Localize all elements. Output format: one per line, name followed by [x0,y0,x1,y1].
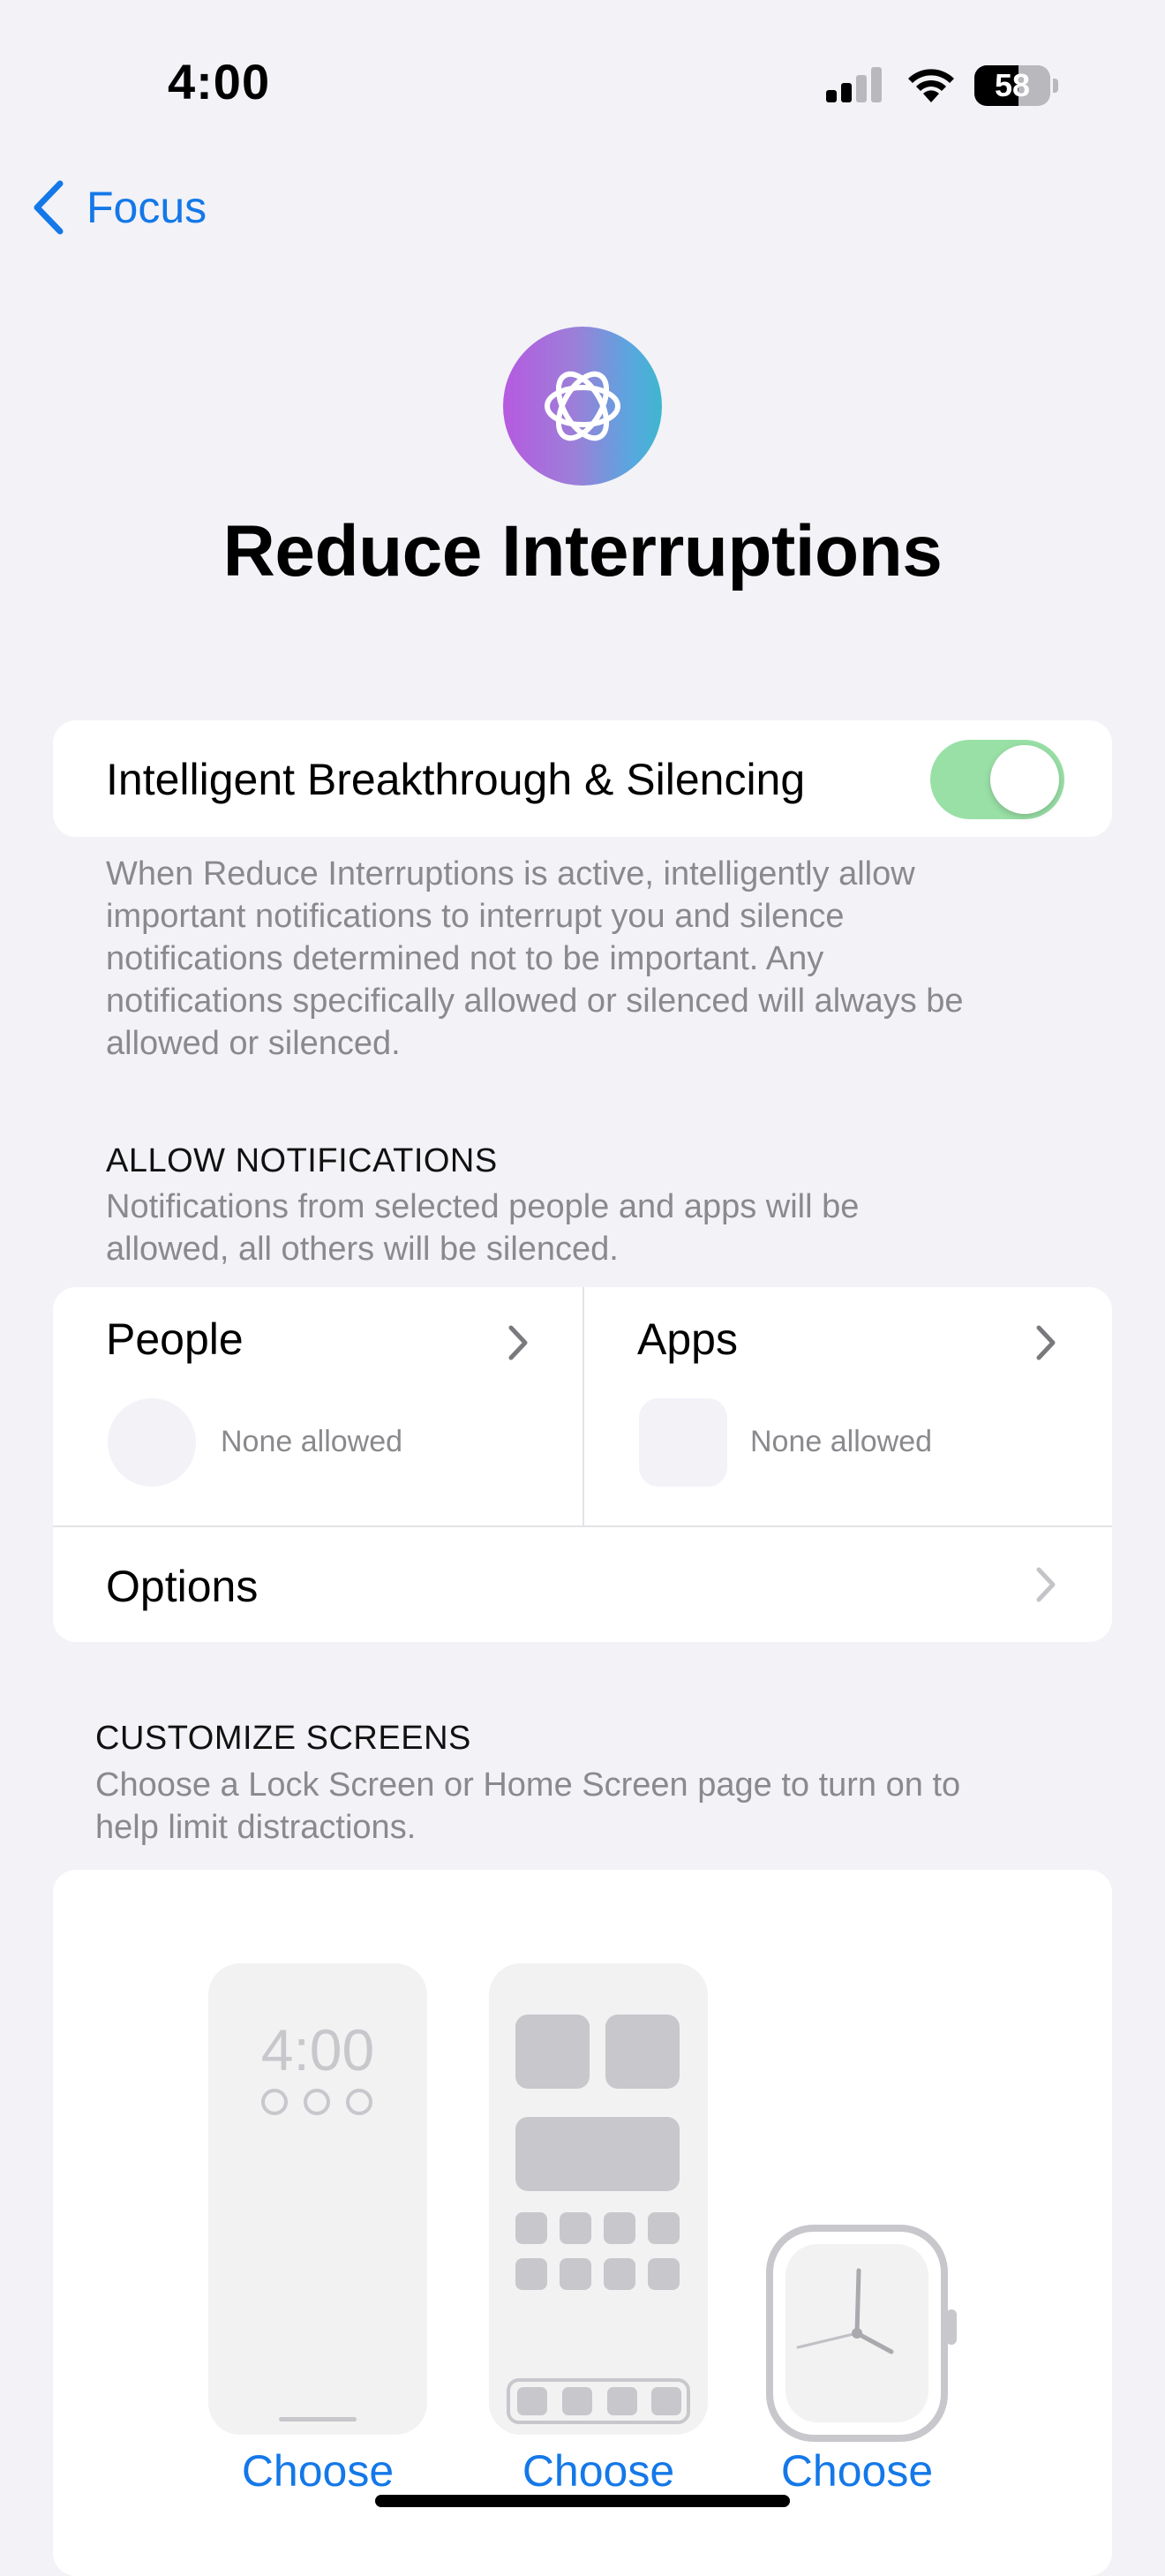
people-status: None allowed [221,1425,403,1458]
widget-placeholder [515,2117,680,2191]
lock-screen-time: 4:00 [260,2017,375,2083]
choose-home-screen-button[interactable]: Choose [489,2445,708,2497]
watch-face-preview[interactable] [764,2223,976,2444]
app-icon-placeholder [515,2212,547,2244]
home-screen-preview[interactable] [489,1963,708,2435]
widget-placeholder [605,2015,680,2089]
battery-indicator: 58 [974,65,1059,106]
battery-percent: 58 [994,67,1031,103]
apps-status: None allowed [750,1425,933,1458]
people-cell[interactable]: People None allowed [53,1287,582,1525]
app-icon-placeholder [560,2258,591,2290]
description-line: allowed, all others will be silenced. [106,1231,619,1268]
footer-line: allowed or silenced. [106,1025,401,1062]
breakthrough-card: Intelligent Breakthrough & Silencing [53,720,1112,837]
app-icon-placeholder [604,2212,635,2244]
chevron-right-icon [1036,1325,1056,1360]
people-title: People [106,1314,244,1364]
footer-line: When Reduce Interruptions is active, int… [106,855,915,893]
breakthrough-footer: When Reduce Interruptions is active, int… [106,853,1077,1065]
page-title: Reduce Interruptions [222,511,943,591]
choose-watch-face-button[interactable]: Choose [764,2445,950,2497]
apps-title: Apps [637,1314,738,1364]
chevron-left-icon [34,180,64,235]
footer-line: notifications determined not to be impor… [106,940,824,977]
app-icon-placeholder [648,2212,680,2244]
allow-notifications-card: People None allowed Apps None allowed Op… [53,1287,1112,1642]
wifi-icon [908,69,954,102]
app-icon-placeholder [560,2212,591,2244]
chevron-right-icon [1036,1567,1056,1602]
cellular-signal-icon [826,67,882,102]
chevron-right-icon [508,1325,528,1360]
app-icon-placeholder [515,2258,547,2290]
customize-screens-description: Choose a Lock Screen or Home Screen page… [95,1764,1066,1849]
status-time: 4:00 [168,54,271,109]
allow-notifications-description: Notifications from selected people and a… [106,1186,1077,1270]
widget-placeholder [515,2015,590,2089]
customize-screens-header: CUSTOMIZE SCREENS [95,1720,471,1757]
description-line: Choose a Lock Screen or Home Screen page… [95,1766,961,1804]
widget-placeholder [304,2089,330,2115]
lock-screen-preview[interactable]: 4:00 [208,1963,427,2435]
app-icon-placeholder [648,2258,680,2290]
footer-line: important notifications to interrupt you… [106,898,845,935]
reduce-interruptions-icon [503,327,662,486]
description-line: Notifications from selected people and a… [106,1188,860,1225]
widget-placeholder [261,2089,288,2115]
dock-placeholder [507,2378,690,2424]
options-title: Options [106,1562,259,1611]
options-row[interactable]: Options [53,1527,1112,1642]
people-avatar-placeholder [108,1398,196,1487]
back-button[interactable]: Focus [30,175,207,240]
back-label: Focus [86,183,207,232]
widget-placeholder [346,2089,372,2115]
breakthrough-label: Intelligent Breakthrough & Silencing [106,755,806,804]
lock-screen-home-bar [279,2417,357,2422]
allow-notifications-header: ALLOW NOTIFICATIONS [106,1142,498,1179]
app-icon-placeholder [604,2258,635,2290]
footer-line: notifications specifically allowed or si… [106,983,964,1020]
home-indicator [375,2495,790,2507]
choose-lock-screen-button[interactable]: Choose [208,2445,427,2497]
customize-screens-card: 4:00 Choose Choose Choose [53,1870,1112,2576]
apps-icon-placeholder [639,1398,727,1487]
description-line: help limit distractions. [95,1809,417,1846]
breakthrough-toggle[interactable] [930,740,1064,819]
